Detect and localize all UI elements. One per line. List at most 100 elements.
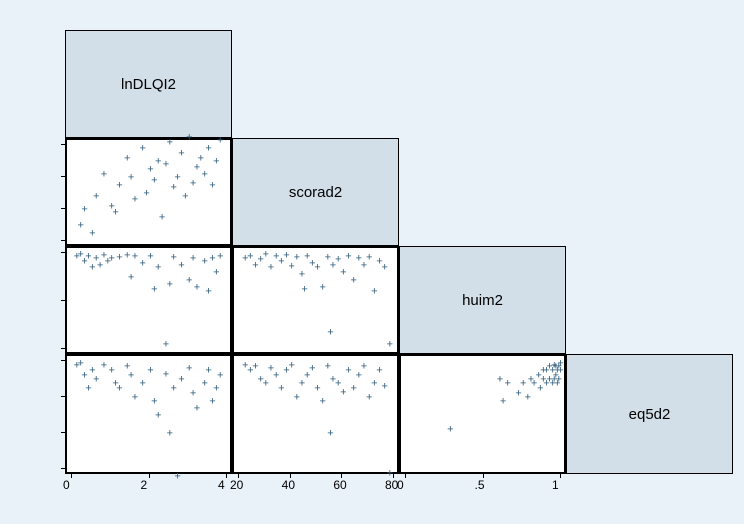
point: +: [350, 275, 356, 286]
point: +: [167, 429, 173, 440]
point: +: [97, 260, 103, 271]
point: +: [202, 256, 208, 267]
point: +: [132, 393, 138, 404]
point: +: [217, 251, 223, 262]
point: +: [361, 362, 367, 373]
point: +: [520, 378, 526, 389]
point: +: [371, 378, 377, 389]
point: +: [500, 396, 506, 407]
point: +: [178, 149, 184, 160]
point: +: [171, 182, 177, 193]
point: +: [335, 254, 341, 265]
point: +: [194, 403, 200, 414]
point: +: [128, 273, 134, 284]
point: +: [325, 362, 331, 373]
point: +: [171, 252, 177, 263]
scatter-huim2-vs-scorad2: +++++++++++++++++++++++++++++++: [232, 246, 399, 354]
point: +: [112, 208, 118, 219]
var-label-scorad2: scorad2: [232, 138, 399, 246]
xtick: 60: [333, 478, 346, 492]
point: +: [116, 181, 122, 192]
point: +: [505, 378, 511, 389]
point: +: [314, 384, 320, 395]
point: +: [217, 136, 223, 147]
point: +: [163, 160, 169, 171]
point: +: [194, 163, 200, 174]
point: +: [167, 279, 173, 290]
xtick: .5: [475, 478, 485, 492]
point: +: [314, 263, 320, 274]
xtick: 4: [218, 478, 225, 492]
point: +: [327, 429, 333, 440]
point: +: [159, 213, 165, 224]
point: +: [140, 258, 146, 269]
point: +: [182, 192, 188, 203]
point: +: [167, 137, 173, 148]
point: +: [294, 252, 300, 263]
point: +: [194, 282, 200, 293]
point: +: [140, 378, 146, 389]
point: +: [78, 221, 84, 232]
point: +: [205, 144, 211, 155]
point: +: [209, 253, 215, 264]
point: +: [132, 251, 138, 262]
point: +: [205, 287, 211, 298]
xtick: 2: [141, 478, 148, 492]
point: +: [174, 173, 180, 184]
xtick: 0: [63, 478, 70, 492]
point: +: [155, 263, 161, 274]
xtick: 20: [230, 478, 243, 492]
point: +: [140, 144, 146, 155]
point: +: [288, 360, 294, 371]
point: +: [186, 364, 192, 375]
point: +: [190, 179, 196, 190]
point: +: [283, 250, 289, 261]
point: +: [515, 389, 521, 400]
point: +: [128, 173, 134, 184]
point: +: [294, 393, 300, 404]
point: +: [155, 411, 161, 422]
scatter-eq5d2-vs-huim2: +++++++++++++++++++++++++++++: [399, 354, 566, 474]
point: +: [366, 393, 372, 404]
point: +: [186, 275, 192, 286]
point: +: [151, 176, 157, 187]
point: +: [497, 375, 503, 386]
point: +: [299, 270, 305, 281]
point: +: [309, 364, 315, 375]
point: +: [163, 340, 169, 351]
xtick: 1: [552, 478, 559, 492]
scatter-eq5d2-vs-scorad2: ++++++++++++++++++++++++++++++: [232, 354, 399, 474]
point: +: [132, 195, 138, 206]
point: +: [155, 157, 161, 168]
point: +: [340, 387, 346, 398]
point: +: [366, 252, 372, 263]
point: +: [198, 153, 204, 164]
point: +: [447, 425, 453, 436]
point: +: [93, 375, 99, 386]
point: +: [209, 396, 215, 407]
point: +: [85, 384, 91, 395]
point: +: [278, 384, 284, 395]
point: +: [85, 251, 91, 262]
point: +: [124, 153, 130, 164]
point: +: [387, 340, 393, 351]
point: +: [263, 378, 269, 389]
point: +: [263, 249, 269, 260]
point: +: [190, 389, 196, 400]
point: +: [319, 282, 325, 293]
point: +: [186, 133, 192, 144]
point: +: [557, 358, 563, 369]
var-label-lnDLQI2: lnDLQI2: [65, 30, 232, 138]
point: +: [81, 371, 87, 382]
point: +: [381, 382, 387, 393]
point: +: [205, 366, 211, 377]
point: +: [217, 371, 223, 382]
point: +: [301, 285, 307, 296]
point: +: [273, 371, 279, 382]
point: +: [89, 263, 95, 274]
point: +: [525, 393, 531, 404]
point: +: [93, 192, 99, 203]
point: +: [252, 362, 258, 373]
point: +: [340, 268, 346, 279]
point: +: [89, 229, 95, 240]
